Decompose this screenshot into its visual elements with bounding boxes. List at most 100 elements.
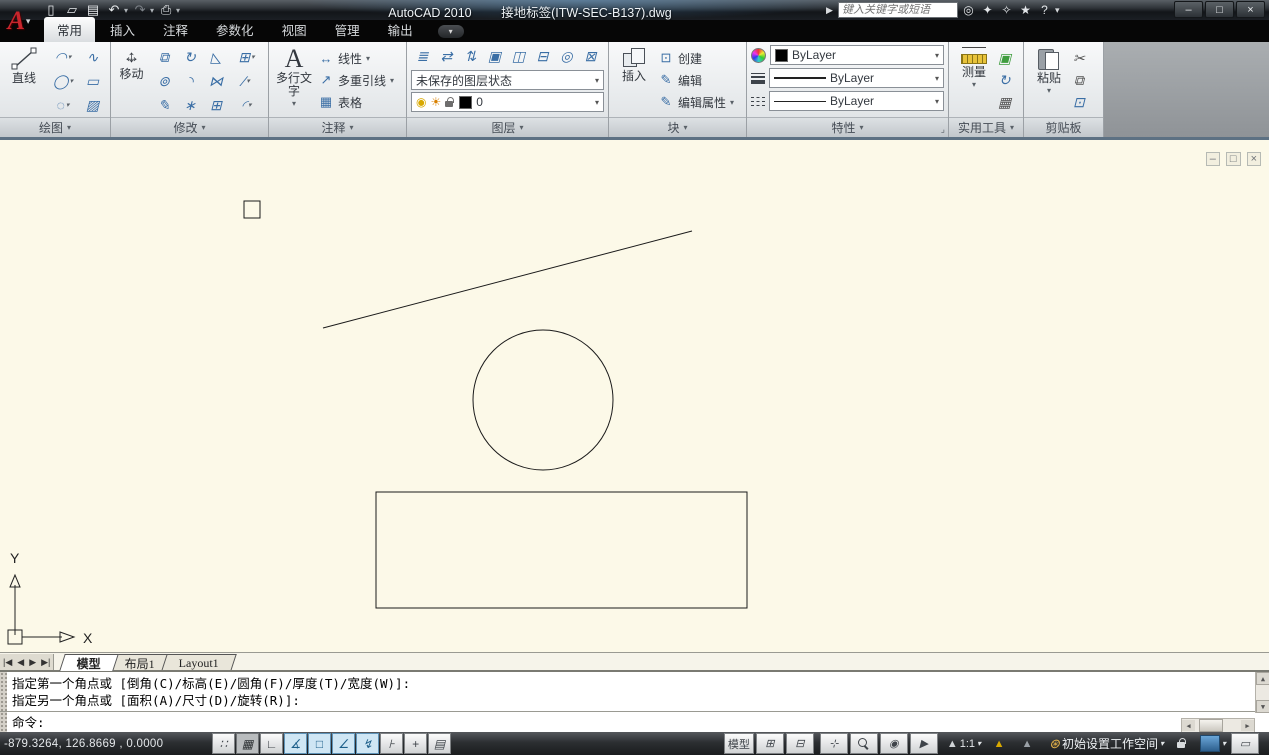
coordinates-readout[interactable]: -879.3264, 126.8669 , 0.0000	[4, 738, 204, 750]
close-button[interactable]: ×	[1236, 1, 1265, 18]
paste-special-button[interactable]: ⊡	[1073, 91, 1085, 113]
quick-view-layouts-button[interactable]: ⊞	[756, 733, 784, 754]
hatch-button[interactable]: ▨	[79, 94, 106, 117]
linear-dimension-button[interactable]: ↔ 线性 ▾	[318, 47, 394, 69]
open-file-button[interactable]: ▱	[63, 2, 81, 18]
edit-block-button[interactable]: ✎ 编辑	[658, 69, 734, 91]
quick-calc-button[interactable]: ↻	[998, 69, 1011, 91]
drawing-area[interactable]: Y X – □ ×	[0, 140, 1269, 652]
doc-restore-button[interactable]: □	[1226, 152, 1241, 166]
model-space-button[interactable]: 模型	[724, 733, 754, 754]
dialog-launcher-icon[interactable]: ⌟	[941, 124, 945, 135]
calculator-button[interactable]: ▦	[998, 91, 1011, 113]
rectangle-button[interactable]: ▭	[79, 70, 106, 93]
doc-close-button[interactable]: ×	[1247, 152, 1261, 166]
tab-model[interactable]: 模型	[60, 654, 120, 671]
toolbar-lock-button[interactable]	[1169, 734, 1195, 753]
polar-toggle[interactable]: ∡	[284, 733, 307, 754]
layer-match-button[interactable]: ⇄	[435, 45, 458, 68]
rectangle-entity[interactable]	[376, 492, 747, 608]
new-file-button[interactable]: ▯	[42, 2, 60, 18]
trim-button[interactable]: ◺	[203, 46, 229, 69]
prev-tab-button[interactable]: ◀	[17, 657, 24, 668]
fillet-button[interactable]: ◝	[177, 70, 203, 93]
tab-manage[interactable]: 管理	[322, 17, 373, 42]
snap-toggle[interactable]: ∷	[212, 733, 235, 754]
table-button[interactable]: ▦ 表格	[318, 91, 394, 113]
panel-title-utilities[interactable]: 实用工具▾	[949, 117, 1023, 137]
break-button[interactable]: ∕▾	[229, 70, 264, 93]
showmotion-button[interactable]: ▶	[910, 733, 938, 754]
status-tray-button[interactable]: ▾	[1197, 734, 1229, 753]
rotate-button[interactable]: ↻	[177, 46, 203, 69]
layer-unisolate-button[interactable]: ◫	[507, 45, 530, 68]
infocenter-expand-icon[interactable]: ▶	[826, 5, 836, 16]
last-tab-button[interactable]: ▶|	[41, 657, 50, 668]
array-button[interactable]: ⊞	[203, 94, 229, 117]
command-window[interactable]: 指定第一个角点或 [倒角(C)/标高(E)/圆角(F)/厚度(T)/宽度(W)]…	[0, 670, 1269, 734]
chamfer-button[interactable]: ◜▾	[229, 94, 264, 117]
layer-properties-button[interactable]: ≣	[411, 45, 434, 68]
pan-button[interactable]: ⊹	[820, 733, 848, 754]
auto-annotation-button[interactable]: ▲	[1014, 734, 1040, 753]
linetype-icon[interactable]	[751, 97, 765, 106]
scrollbar-thumb[interactable]	[1199, 719, 1223, 732]
workspace-switcher[interactable]: ⊛ 初始设置工作空间 ▾	[1046, 734, 1167, 753]
panel-title-clipboard[interactable]: 剪贴板	[1024, 117, 1103, 137]
panel-title-modify[interactable]: 修改▾	[111, 117, 268, 137]
doc-minimize-button[interactable]: –	[1206, 152, 1220, 166]
tab-home[interactable]: 常用	[44, 17, 95, 42]
application-menu-button[interactable]: A ▾	[0, 0, 38, 42]
edit-attributes-button[interactable]: ✎ 编辑属性 ▾	[658, 91, 734, 113]
move-button[interactable]: ↔↕ 移动	[115, 45, 148, 115]
panel-title-annotate[interactable]: 注释▾	[269, 117, 406, 137]
ellipse-button[interactable]: ◌▾	[47, 94, 79, 117]
line-entity[interactable]	[323, 231, 692, 328]
layer-lock-button[interactable]: ⊠	[579, 45, 602, 68]
line-button[interactable]: 直线	[4, 45, 44, 115]
small-square-entity[interactable]	[244, 201, 260, 218]
annotation-scale-button[interactable]: ▲ 1:1 ▾	[944, 734, 984, 753]
command-prompt[interactable]: 命令:	[12, 715, 45, 731]
tab-view[interactable]: 视图	[269, 17, 320, 42]
ortho-toggle[interactable]: ∟	[260, 733, 283, 754]
otrack-toggle[interactable]: ∠	[332, 733, 355, 754]
panel-title-draw[interactable]: 绘图▾	[0, 117, 110, 137]
copy-clip-button[interactable]: ⧉	[1073, 69, 1085, 91]
tab-annotate[interactable]: 注释	[150, 17, 201, 42]
search-input[interactable]	[838, 2, 958, 18]
layer-off-button[interactable]: ◎	[555, 45, 578, 68]
command-window-grip[interactable]	[0, 672, 7, 734]
paste-button[interactable]: 粘贴 ▾	[1028, 45, 1070, 115]
command-vertical-scrollbar[interactable]: ▲ ▼	[1255, 672, 1269, 713]
layer-isolate-button[interactable]: ▣	[483, 45, 506, 68]
mirror-button[interactable]: ⋈	[203, 70, 229, 93]
arc-button[interactable]: ◠▾	[47, 46, 79, 69]
next-tab-button[interactable]: ▶	[29, 657, 36, 668]
ribbon-minimize-button[interactable]: ▾	[438, 25, 464, 38]
tab-output[interactable]: 输出	[375, 17, 426, 42]
quick-view-drawings-button[interactable]: ⊟	[786, 733, 814, 754]
favorites-icon[interactable]: ★	[1017, 2, 1034, 18]
undo-button[interactable]: ↶	[105, 2, 123, 18]
layer-previous-button[interactable]: ⇅	[459, 45, 482, 68]
qat-customize-icon[interactable]: ▾	[176, 6, 180, 15]
layer-state-dropdown[interactable]: 未保存的图层状态 ▾	[411, 70, 604, 90]
group-button[interactable]: ⊞▾	[229, 46, 264, 69]
polyline-button[interactable]: ∿	[79, 46, 106, 69]
restore-button[interactable]: □	[1205, 1, 1234, 18]
explode-button[interactable]: ∗	[177, 94, 203, 117]
minimize-button[interactable]: –	[1174, 1, 1203, 18]
save-button[interactable]: ▤	[84, 2, 102, 18]
undo-dropdown-icon[interactable]: ▾	[124, 6, 128, 15]
grid-toggle[interactable]: ▦	[236, 733, 259, 754]
lineweight-toggle[interactable]: ▤	[428, 733, 451, 754]
erase-button[interactable]: ✎	[151, 94, 177, 117]
search-icon[interactable]: ◎	[960, 2, 977, 18]
object-color-dropdown[interactable]: ByLayer ▾	[770, 45, 944, 65]
lineweight-icon[interactable]	[751, 73, 765, 84]
multileader-button[interactable]: ↗ 多重引线 ▾	[318, 69, 394, 91]
insert-block-button[interactable]: 插入	[613, 45, 655, 115]
tab-layout1-en[interactable]: Layout1	[162, 654, 238, 671]
cut-button[interactable]: ✂	[1073, 47, 1085, 69]
